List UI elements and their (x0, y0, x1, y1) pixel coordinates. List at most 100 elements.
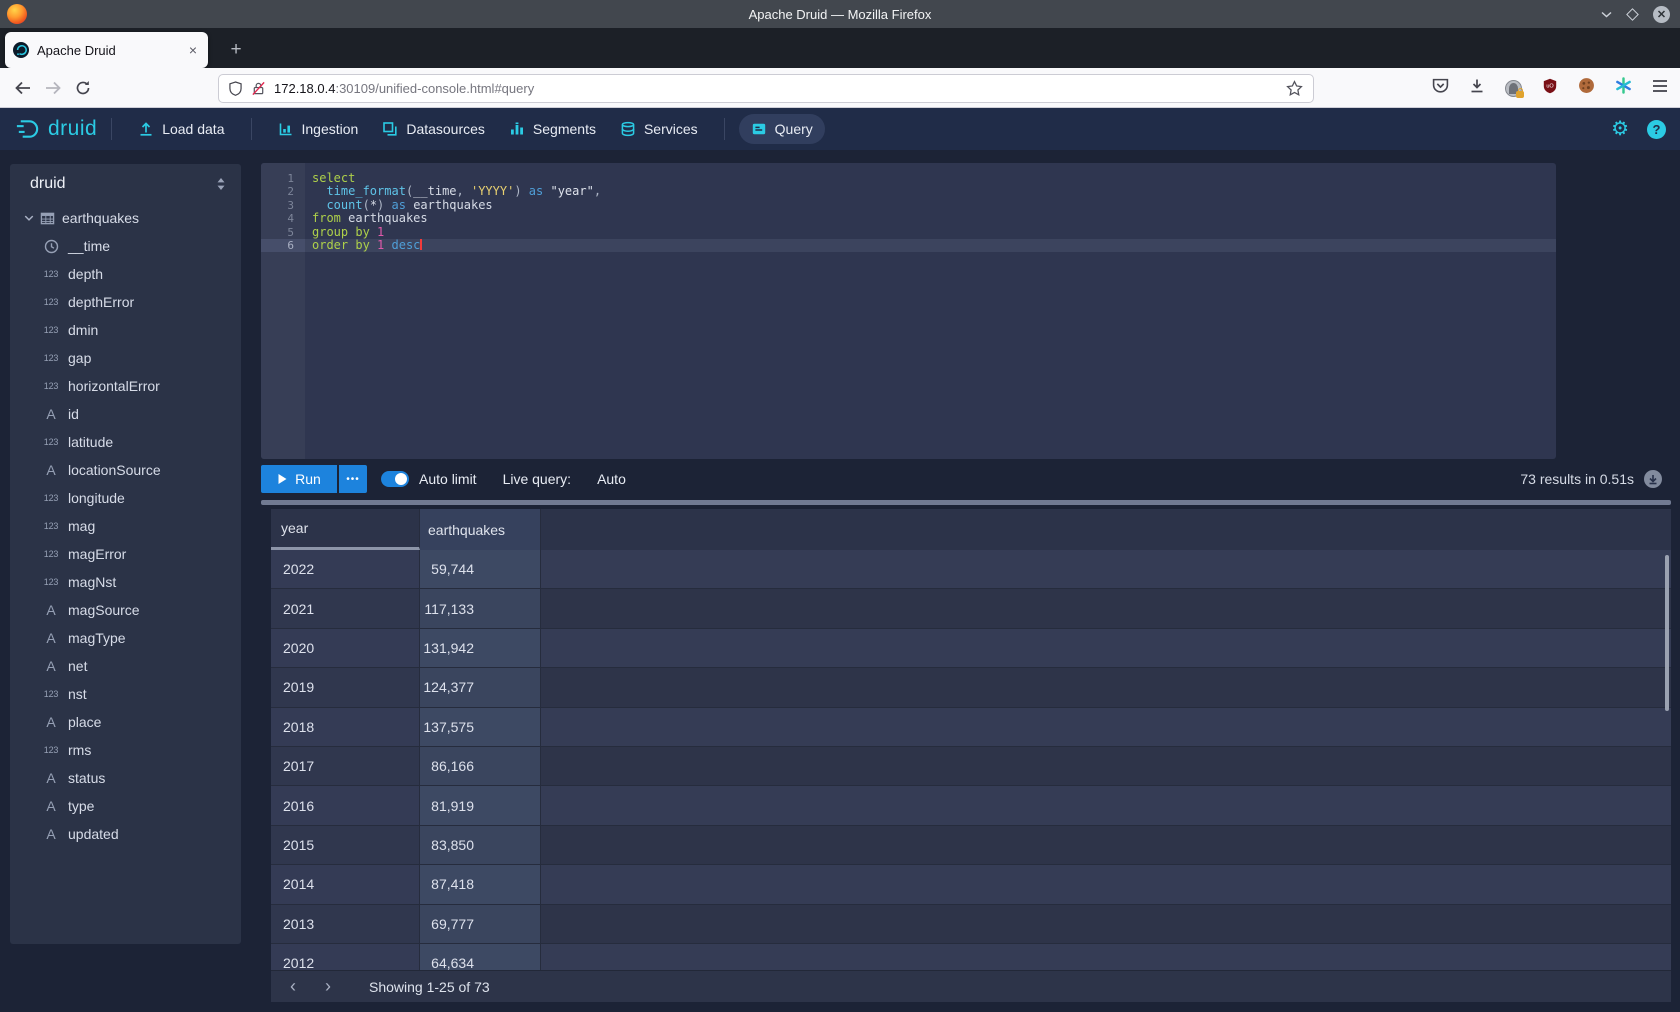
nav-item-datasources[interactable]: Datasources (370, 114, 497, 144)
column-magError[interactable]: 123magError (10, 540, 241, 568)
cell-filler (541, 668, 1671, 707)
editor-code[interactable]: select time_format(__time, 'YYYY') as "y… (305, 163, 1556, 459)
pocket-icon[interactable] (1432, 78, 1449, 99)
column-depthError[interactable]: 123depthError (10, 288, 241, 316)
window-maximize-icon[interactable] (1626, 8, 1639, 21)
column-name: magType (68, 630, 126, 646)
auto-limit-toggle[interactable] (381, 471, 409, 487)
sql-editor[interactable]: 123456 select time_format(__time, 'YYYY'… (261, 163, 1556, 459)
new-tab-button[interactable]: + (222, 36, 250, 64)
live-query-value[interactable]: Auto (597, 471, 626, 487)
nav-item-load-data[interactable]: Load data (126, 114, 236, 144)
chevron-down-icon[interactable] (20, 212, 38, 224)
vertical-scrollbar[interactable] (1665, 555, 1669, 711)
table-row: 202259,744 (271, 550, 1671, 589)
column-status[interactable]: Astatus (10, 764, 241, 792)
cell-year[interactable]: 2013 (271, 905, 420, 944)
column-net[interactable]: Anet (10, 652, 241, 680)
druid-nav: Load data IngestionDatasourcesSegmentsSer… (97, 108, 825, 150)
download-results-icon[interactable] (1644, 470, 1662, 488)
nav-item-services[interactable]: Services (608, 114, 710, 144)
number-type-icon: 123 (40, 493, 62, 503)
nav-item-segments[interactable]: Segments (497, 114, 608, 144)
pane-splitter[interactable] (261, 500, 1671, 505)
nav-item-query[interactable]: Query (739, 114, 825, 144)
druid-logo[interactable]: druid (14, 116, 97, 143)
cell-earthquakes[interactable]: 59,744 (420, 550, 541, 589)
column-header-earthquakes[interactable]: earthquakes (420, 509, 541, 550)
cell-year[interactable]: 2015 (271, 826, 420, 865)
nav-item-ingestion[interactable]: Ingestion (266, 114, 371, 144)
cell-earthquakes[interactable]: 64,634 (420, 944, 541, 970)
help-icon[interactable]: ? (1647, 120, 1666, 139)
run-more-button[interactable]: ••• (339, 465, 367, 493)
browser-tab[interactable]: Apache Druid × (5, 32, 208, 68)
column-dmin[interactable]: 123dmin (10, 316, 241, 344)
url-bar[interactable]: 172.18.0.4:30109/unified-console.html#qu… (218, 74, 1314, 103)
column-id[interactable]: Aid (10, 400, 241, 428)
column-type[interactable]: Atype (10, 792, 241, 820)
settings-gear-icon[interactable]: ⚙ (1611, 119, 1629, 139)
prev-page-icon[interactable]: ‹ (280, 974, 306, 1000)
column-rms[interactable]: 123rms (10, 736, 241, 764)
cell-filler (541, 589, 1671, 628)
cell-earthquakes[interactable]: 83,850 (420, 826, 541, 865)
string-type-icon: A (40, 406, 62, 422)
forward-icon[interactable] (38, 74, 68, 102)
cell-year[interactable]: 2017 (271, 747, 420, 786)
run-button[interactable]: Run (261, 465, 337, 493)
cell-year[interactable]: 2018 (271, 708, 420, 747)
sort-double-caret-icon[interactable] (215, 177, 227, 191)
cell-year[interactable]: 2020 (271, 629, 420, 668)
insecure-lock-icon[interactable] (251, 81, 266, 96)
column-nst[interactable]: 123nst (10, 680, 241, 708)
cell-earthquakes[interactable]: 87,418 (420, 865, 541, 904)
cell-earthquakes[interactable]: 131,942 (420, 629, 541, 668)
asterisk-extension-icon[interactable] (1615, 77, 1632, 99)
menu-hamburger-icon[interactable] (1652, 79, 1668, 98)
column-name: gap (68, 350, 91, 366)
column-place[interactable]: Aplace (10, 708, 241, 736)
code-line-4: from earthquakes (305, 212, 1556, 225)
column-updated[interactable]: Aupdated (10, 820, 241, 848)
next-page-icon[interactable]: › (315, 974, 341, 1000)
column-horizontalError[interactable]: 123horizontalError (10, 372, 241, 400)
column-longitude[interactable]: 123longitude (10, 484, 241, 512)
window-shade-icon[interactable] (1601, 8, 1612, 20)
cell-year[interactable]: 2014 (271, 865, 420, 904)
containers-extension-icon[interactable] (1505, 80, 1522, 97)
cell-earthquakes[interactable]: 124,377 (420, 668, 541, 707)
table-row: 201487,418 (271, 865, 1671, 904)
cell-year[interactable]: 2021 (271, 589, 420, 628)
window-close-icon[interactable]: ✕ (1653, 6, 1670, 23)
column-gap[interactable]: 123gap (10, 344, 241, 372)
tab-close-icon[interactable]: × (186, 42, 200, 58)
string-type-icon: A (40, 630, 62, 646)
table-earthquakes[interactable]: earthquakes (10, 204, 241, 232)
back-icon[interactable] (8, 74, 38, 102)
column-depth[interactable]: 123depth (10, 260, 241, 288)
downloads-icon[interactable] (1469, 78, 1485, 99)
cookie-extension-icon[interactable] (1578, 77, 1595, 99)
column-mag[interactable]: 123mag (10, 512, 241, 540)
column-header-year[interactable]: year (271, 509, 420, 550)
column-magSource[interactable]: AmagSource (10, 596, 241, 624)
column-locationSource[interactable]: AlocationSource (10, 456, 241, 484)
cell-year[interactable]: 2022 (271, 550, 420, 589)
tracking-shield-icon[interactable] (229, 81, 242, 96)
bookmark-star-icon[interactable] (1286, 80, 1303, 97)
cell-year[interactable]: 2016 (271, 786, 420, 825)
cell-earthquakes[interactable]: 137,575 (420, 708, 541, 747)
cell-earthquakes[interactable]: 81,919 (420, 786, 541, 825)
column-magType[interactable]: AmagType (10, 624, 241, 652)
cell-earthquakes[interactable]: 86,166 (420, 747, 541, 786)
cell-earthquakes[interactable]: 117,133 (420, 589, 541, 628)
column-__time[interactable]: __time (10, 232, 241, 260)
cell-year[interactable]: 2019 (271, 668, 420, 707)
reload-icon[interactable] (68, 74, 98, 102)
column-latitude[interactable]: 123latitude (10, 428, 241, 456)
ublock-extension-icon[interactable]: uO (1542, 78, 1558, 99)
cell-year[interactable]: 2012 (271, 944, 420, 970)
column-magNst[interactable]: 123magNst (10, 568, 241, 596)
cell-earthquakes[interactable]: 69,777 (420, 905, 541, 944)
